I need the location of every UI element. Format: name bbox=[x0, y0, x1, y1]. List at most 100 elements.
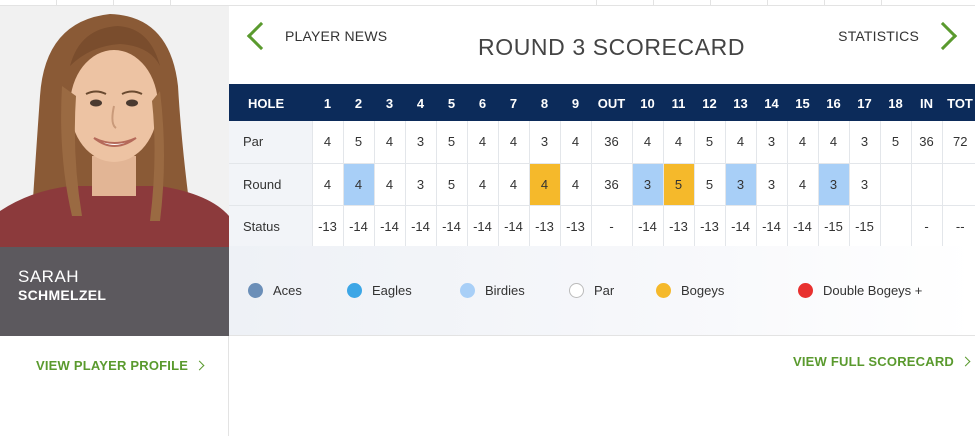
legend-label: Par bbox=[594, 283, 615, 298]
hole-header-cell: 6 bbox=[467, 84, 498, 121]
legend-item-double-bogeys: Double Bogeys + bbox=[798, 283, 922, 298]
view-full-scorecard-link[interactable]: VIEW FULL SCORECARD bbox=[793, 354, 971, 369]
legend-label: Aces bbox=[273, 283, 302, 298]
score-cell: -14 bbox=[373, 205, 405, 248]
page-title: ROUND 3 SCORECARD bbox=[478, 34, 746, 60]
legend-item-aces: Aces bbox=[248, 283, 302, 298]
score-cell: 4 bbox=[497, 121, 529, 164]
hole-header-cell: 1 bbox=[312, 84, 343, 121]
score-cell: -14 bbox=[755, 205, 787, 248]
score-cell bbox=[879, 205, 911, 248]
hole-header-row: HOLE 1 2 3 4 5 6 7 8 9 OUT 10 11 12 13 14 15 16 17 18 IN TOT bbox=[229, 84, 975, 121]
score-cell: - bbox=[590, 205, 632, 248]
score-cell: 5 bbox=[662, 163, 694, 206]
chevron-right-icon bbox=[928, 21, 958, 51]
score-cell: -14 bbox=[497, 205, 529, 248]
hole-header-cell: 15 bbox=[787, 84, 818, 121]
scorecard-table: HOLE 1 2 3 4 5 6 7 8 9 OUT 10 11 12 13 14 15 16 17 18 IN TOT … bbox=[229, 84, 975, 248]
statistics-nav[interactable]: STATISTICS bbox=[838, 21, 961, 51]
score-cell: 4 bbox=[373, 121, 405, 164]
score-cell: 5 bbox=[693, 163, 725, 206]
legend-item-birdies: Birdies bbox=[460, 283, 525, 298]
chevron-right-icon bbox=[960, 356, 971, 367]
row-label: Round bbox=[229, 163, 312, 206]
score-cell: -15 bbox=[817, 205, 849, 248]
score-cell: -14 bbox=[404, 205, 436, 248]
score-cell: 4 bbox=[311, 163, 343, 206]
score-cell: 4 bbox=[724, 121, 756, 164]
score-cell: 4 bbox=[786, 163, 818, 206]
scorecard-header: PLAYER NEWS ROUND 3 SCORECARD STATISTICS bbox=[229, 6, 975, 84]
score-cell: 3 bbox=[404, 121, 436, 164]
score-cell: 3 bbox=[817, 163, 849, 206]
legend-item-par: Par bbox=[569, 283, 614, 298]
score-cell bbox=[910, 163, 942, 206]
hole-header-cell: 4 bbox=[405, 84, 436, 121]
score-cell: 36 bbox=[590, 163, 632, 206]
score-cell: -14 bbox=[724, 205, 756, 248]
score-cell: 5 bbox=[435, 121, 467, 164]
score-cell: 72 bbox=[941, 121, 975, 164]
score-cell: 4 bbox=[559, 121, 591, 164]
legend-label: Eagles bbox=[372, 283, 412, 298]
chevron-right-icon bbox=[194, 360, 205, 371]
score-row-round: Round 4 4 4 3 5 4 4 4 4 36 3 5 5 3 3 4 3 3 bbox=[229, 163, 975, 206]
player-last-name: SCHMELZEL bbox=[18, 287, 107, 303]
score-cell: 3 bbox=[528, 121, 560, 164]
score-cell: 4 bbox=[311, 121, 343, 164]
score-cell: -- bbox=[941, 205, 975, 248]
view-player-profile-label: VIEW PLAYER PROFILE bbox=[36, 358, 189, 373]
score-cell: 4 bbox=[528, 163, 560, 206]
score-cell: 4 bbox=[817, 121, 849, 164]
hole-header-cell: 13 bbox=[725, 84, 756, 121]
score-cell: -14 bbox=[786, 205, 818, 248]
scorecard-table-wrap: HOLE 1 2 3 4 5 6 7 8 9 OUT 10 11 12 13 14 15 16 17 18 IN TOT … bbox=[229, 84, 975, 248]
player-name-box: SARAH SCHMELZEL bbox=[0, 247, 229, 336]
score-cell bbox=[879, 163, 911, 206]
hole-header-label: HOLE bbox=[229, 84, 312, 121]
score-cell: 3 bbox=[755, 121, 787, 164]
score-cell: 5 bbox=[693, 121, 725, 164]
score-cell: -13 bbox=[311, 205, 343, 248]
player-news-label: PLAYER NEWS bbox=[285, 28, 388, 44]
legend-item-eagles: Eagles bbox=[347, 283, 412, 298]
score-cell: 4 bbox=[373, 163, 405, 206]
hole-header-cell: IN bbox=[911, 84, 942, 121]
hole-header-cell: 10 bbox=[632, 84, 663, 121]
score-row-par: Par 4 5 4 3 5 4 4 3 4 36 4 4 5 4 3 4 4 3 5 36 72 bbox=[229, 121, 975, 164]
score-cell: 4 bbox=[466, 121, 498, 164]
score-cell: 5 bbox=[342, 121, 374, 164]
score-cell: 4 bbox=[497, 163, 529, 206]
legend-item-bogeys: Bogeys bbox=[656, 283, 724, 298]
score-cell: -13 bbox=[693, 205, 725, 248]
score-cell: 3 bbox=[848, 163, 880, 206]
player-portrait bbox=[0, 6, 229, 247]
row-label: Par bbox=[229, 121, 312, 164]
score-cell: 36 bbox=[590, 121, 632, 164]
legend-dot-icon bbox=[347, 283, 362, 298]
view-player-profile-link[interactable]: VIEW PLAYER PROFILE bbox=[36, 358, 205, 373]
legend-label: Birdies bbox=[485, 283, 525, 298]
score-cell: -14 bbox=[435, 205, 467, 248]
hole-header-cell: 12 bbox=[694, 84, 725, 121]
score-cell: -14 bbox=[466, 205, 498, 248]
legend-dot-icon bbox=[656, 283, 671, 298]
hole-header-cell: 3 bbox=[374, 84, 405, 121]
legend-label: Bogeys bbox=[681, 283, 725, 298]
player-photo bbox=[0, 6, 229, 247]
score-cell: -13 bbox=[662, 205, 694, 248]
hole-header-cell: 8 bbox=[529, 84, 560, 121]
score-cell: 5 bbox=[879, 121, 911, 164]
score-cell: 3 bbox=[755, 163, 787, 206]
statistics-label: STATISTICS bbox=[838, 28, 919, 44]
player-news-nav[interactable]: PLAYER NEWS bbox=[243, 21, 388, 51]
score-cell: 4 bbox=[466, 163, 498, 206]
score-cell: 4 bbox=[559, 163, 591, 206]
player-first-name: SARAH bbox=[18, 267, 80, 286]
hole-header-cell: 9 bbox=[560, 84, 591, 121]
score-cell bbox=[941, 163, 975, 206]
hole-header-cell: OUT bbox=[591, 84, 632, 121]
score-cell: 3 bbox=[724, 163, 756, 206]
hole-header-cell: TOT bbox=[942, 84, 975, 121]
score-cell: 3 bbox=[848, 121, 880, 164]
